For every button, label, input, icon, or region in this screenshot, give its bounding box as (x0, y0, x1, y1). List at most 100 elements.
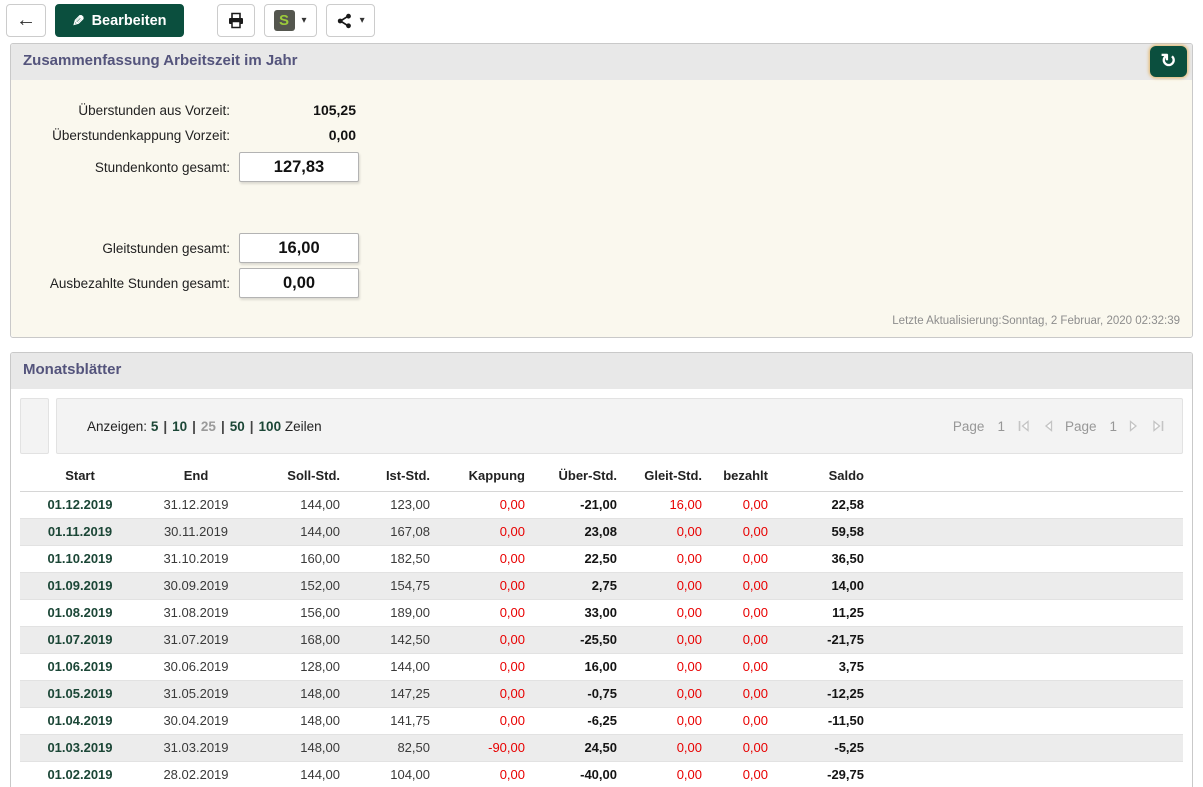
chevron-down-icon: ▾ (359, 15, 365, 26)
field-label: Ausbezahlte Stunden gesamt: (49, 275, 230, 291)
table-cell: 0,00 (438, 680, 533, 708)
table-row: 01.12.2019 31.12.2019 144,00 123,00 0,00 -21,… (20, 492, 1183, 519)
summary-panel-title: Zusammenfassung Arbeitszeit im Jahr (23, 52, 298, 69)
next-page-button[interactable] (1128, 419, 1140, 433)
column-header-saldo: Saldo (776, 461, 872, 492)
month-sheet-link[interactable]: 01.05.2019 (20, 680, 140, 708)
separator: | (249, 418, 254, 434)
separator: | (220, 418, 225, 434)
table-cell: -12,25 (776, 680, 872, 708)
table-cell: 22,58 (831, 497, 864, 512)
summary-panel-header: Zusammenfassung Arbeitszeit im Jahr ↻ (11, 44, 1192, 80)
field-row: Stundenkonto gesamt: 127,83 (21, 152, 1182, 182)
table-cell: 31.10.2019 (140, 545, 252, 573)
table-cell: -40,00 (533, 761, 625, 787)
first-page-button[interactable] (1016, 419, 1031, 433)
table-cell: 11,25 (776, 599, 872, 627)
share-button[interactable]: ▾ (325, 4, 375, 37)
table-cell: 0,00 (625, 599, 710, 627)
table-cell-filler (872, 545, 1183, 573)
table-cell: -29,75 (776, 761, 872, 787)
table-cell: 148,00 (252, 707, 348, 735)
table-row: 01.06.2019 30.06.2019 128,00 144,00 0,00 16,0… (20, 653, 1183, 681)
table-cell-filler (872, 707, 1183, 735)
page-number-input[interactable]: 1 (1109, 419, 1117, 434)
separator: | (192, 418, 196, 434)
month-sheets-panel-title: Monatsblätter (23, 361, 122, 378)
column-header-soll-std: Soll-Std. (252, 461, 348, 492)
field-row: Überstundenkappung Vorzeit: 0,00 (21, 127, 1182, 143)
page-size-option-5[interactable]: 5 (151, 419, 159, 434)
page-number: 1 (997, 418, 1005, 434)
table-cell: 0,00 (710, 707, 776, 735)
month-sheet-link[interactable]: 01.07.2019 (20, 626, 140, 654)
table-row: 01.09.2019 30.09.2019 152,00 154,75 0,00 2,75… (20, 572, 1183, 600)
table-cell: 0,00 (710, 680, 776, 708)
page-size-suffix: Zeilen (284, 418, 322, 434)
last-page-button[interactable] (1151, 419, 1166, 433)
month-sheet-link[interactable]: 01.10.2019 (20, 545, 140, 573)
table-cell: 160,00 (252, 545, 348, 573)
table-cell: 156,00 (252, 599, 348, 627)
table-row: 01.04.2019 30.04.2019 148,00 141,75 0,00 -6,2… (20, 707, 1183, 735)
month-sheet-link[interactable]: 01.02.2019 (20, 761, 140, 787)
table-cell: 128,00 (252, 653, 348, 681)
table-cell: 31.08.2019 (140, 599, 252, 627)
month-sheet-link[interactable]: 01.08.2019 (20, 599, 140, 627)
table-cell: 148,00 (252, 734, 348, 762)
table-cell: 123,00 (390, 497, 430, 512)
printer-icon (227, 12, 245, 29)
previous-page-button[interactable] (1042, 419, 1054, 433)
page-size-option-100[interactable]: 100 (259, 419, 282, 434)
month-sheet-link[interactable]: 01.12.2019 (20, 492, 140, 519)
page-size-option-50[interactable]: 50 (230, 419, 245, 434)
refresh-button[interactable]: ↻ (1150, 46, 1187, 77)
month-sheet-link[interactable]: 01.11.2019 (20, 518, 140, 546)
month-sheets-table: Start End Soll-Std. Ist-Std. Kappung Über-Std… (20, 461, 1183, 787)
month-sheets-panel-header: Monatsblätter (11, 353, 1192, 389)
table-cell-filler (872, 626, 1183, 654)
hours-account-total-field[interactable]: 127,83 (239, 152, 359, 182)
month-sheet-link[interactable]: 01.04.2019 (20, 707, 140, 735)
table-cell: 0,00 (710, 545, 776, 573)
month-sheet-link[interactable]: 01.09.2019 (20, 572, 140, 600)
page-size-option-25[interactable]: 25 (201, 419, 216, 434)
table-cell: 0,00 (710, 626, 776, 654)
table-cell: 0,00 (499, 497, 525, 512)
field-label: Überstundenkappung Vorzeit: (52, 127, 230, 143)
table-cell: 0,00 (742, 497, 768, 512)
table-cell-filler (872, 492, 1183, 519)
table-cell: 0,00 (625, 734, 710, 762)
field-label: Stundenkonto gesamt: (94, 159, 230, 175)
print-button[interactable] (216, 4, 255, 37)
flex-hours-total-field[interactable]: 16,00 (239, 233, 359, 263)
column-header-ist-std: Ist-Std. (348, 461, 438, 492)
table-cell-filler (872, 680, 1183, 708)
table-row: 01.07.2019 31.07.2019 168,00 142,50 0,00 -25,… (20, 626, 1183, 654)
table-row: 01.11.2019 30.11.2019 144,00 167,08 0,00 23,0… (20, 518, 1183, 546)
table-cell: -25,50 (533, 626, 625, 654)
paid-hours-total-field[interactable]: 0,00 (239, 268, 359, 298)
column-header-bezahlt: bezahlt (710, 461, 776, 492)
back-button[interactable]: ← (6, 4, 46, 37)
table-cell: 182,50 (348, 545, 438, 573)
table-cell: 30.09.2019 (140, 572, 252, 600)
table-cell: 0,00 (710, 599, 776, 627)
month-sheets-panel: Monatsblätter Anzeigen: 5 | 10 | 25 | 50 | 100 Z… (10, 352, 1193, 787)
app-menu-button[interactable]: S ▾ (263, 4, 317, 37)
table-cell-filler (872, 653, 1183, 681)
table-cell: 2,75 (533, 572, 625, 600)
edit-button[interactable]: ✎ Bearbeiten (55, 4, 184, 37)
table-cell: 152,00 (252, 572, 348, 600)
table-cell: 0,00 (438, 545, 533, 573)
table-cell: 16,00 (669, 497, 702, 512)
column-header-end: End (140, 461, 252, 492)
table-cell: 141,75 (348, 707, 438, 735)
column-header-kappung: Kappung (438, 461, 533, 492)
table-cell: 31.03.2019 (140, 734, 252, 762)
month-sheet-link[interactable]: 01.03.2019 (20, 734, 140, 762)
table-cell: 0,00 (438, 599, 533, 627)
page-size-option-10[interactable]: 10 (172, 419, 187, 434)
month-sheet-link[interactable]: 01.06.2019 (20, 653, 140, 681)
